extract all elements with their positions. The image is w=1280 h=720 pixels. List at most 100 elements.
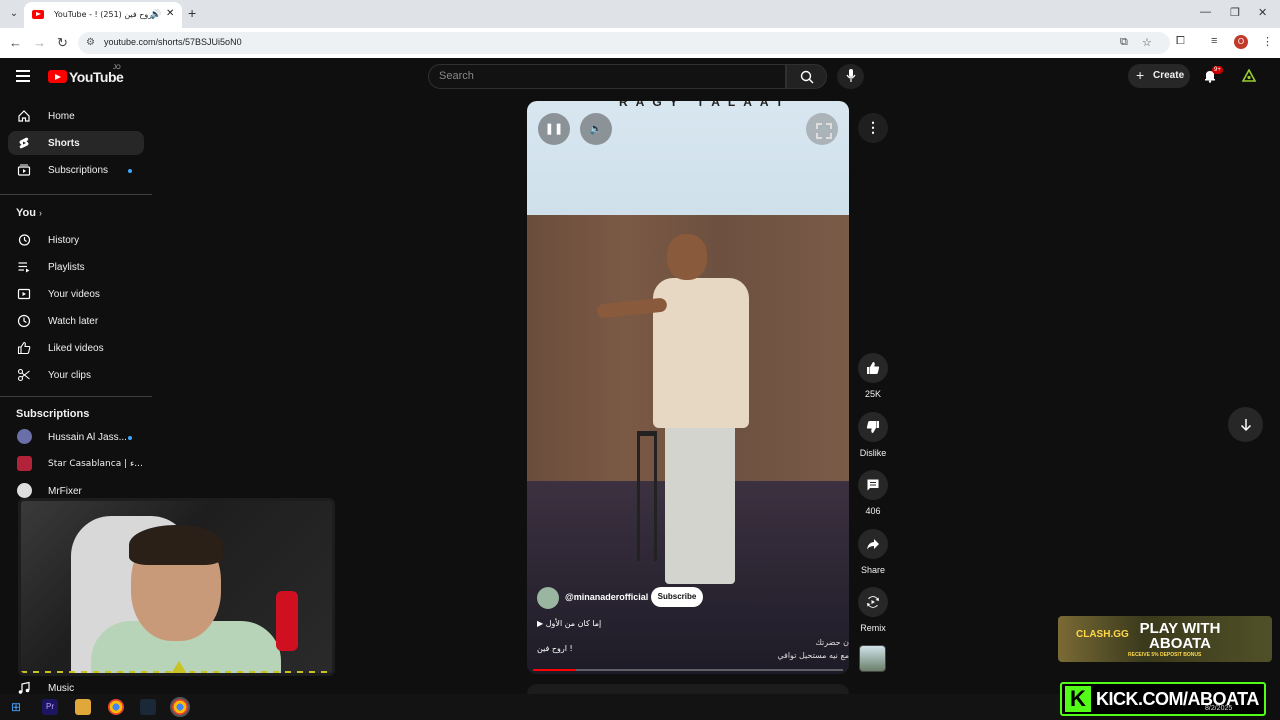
bookmark-star-icon[interactable]: ☆ [1142,36,1152,49]
back-icon[interactable]: ← [9,35,22,50]
subscription-channel[interactable]: Star Casablanca | ء... [8,452,144,476]
forward-icon[interactable]: → [33,35,46,50]
share-button[interactable]: Share [852,529,894,575]
sidebar-item-label: Home [48,111,75,122]
windows-start-icon[interactable]: ⊞ [8,699,24,715]
profile-avatar[interactable]: O [1234,35,1248,49]
next-short-button[interactable] [1228,407,1263,442]
sidebar-item-label: Liked videos [48,343,104,354]
sound-thumbnail[interactable] [859,645,886,672]
dislike-button[interactable]: Dislike [852,412,894,458]
streamer-microphone [276,591,298,651]
pause-icon: ❚❚ [544,123,564,135]
thumbs-down-icon [866,421,879,433]
clips-icon [17,368,30,382]
sidebar-item-your-clips[interactable]: Your clips [8,363,144,387]
sidebar-item-label: Shorts [48,138,80,149]
media-control-icon[interactable]: ≡ [1211,35,1217,47]
stage-banner-text: RAGY TALAAT [619,101,791,109]
chrome-active-icon[interactable] [170,697,190,717]
video-stage-backdrop [527,101,849,219]
performer-shirt [653,278,749,428]
logo-wordmark: YouTube [69,69,124,85]
minimize-icon[interactable]: — [1200,6,1211,18]
audio-playing-icon[interactable]: 🔊 [150,9,161,20]
sidebar-item-label: Subscriptions [48,165,109,176]
progress-fill [533,669,577,671]
volume-button[interactable]: 🔈 [580,113,612,145]
restore-icon[interactable]: ❐ [1230,6,1240,19]
file-explorer-icon[interactable] [75,699,91,715]
menu-icon[interactable] [16,70,30,82]
audio-track-link[interactable]: ▶ إما كان من الأول [537,619,601,628]
streamer-logo-icon [169,661,189,673]
site-info-icon[interactable]: ⚙ [86,37,95,48]
channel-avatar [17,429,32,444]
comment-count: 406 [865,506,881,516]
install-app-icon[interactable]: ⧉ [1120,36,1128,49]
video-caption: اروح فين ! [537,644,573,653]
subtitle-line: مع نيه مستحيل توافي [777,651,849,660]
youtube-favicon-icon [32,10,44,19]
sidebar-item-watch-later[interactable]: Watch later [8,309,144,333]
new-tab-button[interactable]: + [188,5,196,21]
chrome-icon[interactable] [108,699,124,715]
subscription-channel[interactable]: Hussain Al Jass... [8,425,144,449]
channel-avatar [17,456,32,471]
webcam-overlay [18,498,335,676]
channel-avatar[interactable] [537,587,559,609]
omnibox[interactable]: ⚙ youtube.com/shorts/57BSJUi5oN0 ⧉ ☆ [78,32,1170,54]
windows-taskbar: ⊞ Pr [0,694,1060,720]
search-button[interactable] [786,64,827,89]
search-input[interactable] [439,70,769,82]
sidebar-item-history[interactable]: History [8,228,144,252]
fullscreen-button[interactable] [806,113,838,145]
sidebar-item-your-videos[interactable]: Your videos [8,282,144,306]
sidebar-item-label: Your clips [48,370,91,381]
subscribe-button[interactable]: Subscribe [651,587,703,607]
sidebar-item-liked-videos[interactable]: Liked videos [8,336,144,360]
sidebar-item-shorts[interactable]: Shorts [8,131,144,155]
steam-icon[interactable] [140,699,156,715]
sidebar-item-label: History [48,235,80,246]
your-videos-icon [17,288,31,300]
clash-sponsor-banner: CLASH.GG PLAY WITH ABOATA RECEIVE 5% DEP… [1058,616,1272,662]
browser-tab[interactable]: YouTube - ! اروح فين (251) 🔊 ✕ [24,2,182,28]
reload-icon[interactable]: ↻ [57,35,68,51]
sidebar-item-home[interactable]: Home [8,104,144,128]
progress-bar[interactable] [533,669,843,671]
account-avatar-icon[interactable] [1242,69,1256,83]
close-tab-icon[interactable]: ✕ [166,8,174,19]
extensions-icon[interactable]: ⧠ [1176,35,1185,48]
channel-name: MrFixer [48,486,82,497]
sidebar-item-subscriptions[interactable]: Subscriptions [8,158,144,182]
browser-tab-strip: ⌄ YouTube - ! اروح فين (251) 🔊 ✕ + — ❐ ✕ [0,0,1280,28]
url-text[interactable]: youtube.com/shorts/57BSJUi5oN0 [104,37,242,47]
history-icon [18,234,31,246]
create-label: Create [1153,70,1185,81]
create-button[interactable]: + Create [1128,64,1190,88]
shorts-video-player[interactable]: RAGY TALAAT ❚❚ 🔈 @minanaderofficial Subs… [527,101,849,674]
channel-name: Star Casablanca | ء... [48,459,143,469]
voice-search-button[interactable] [837,64,864,89]
next-short-preview[interactable] [527,684,849,694]
close-window-icon[interactable]: ✕ [1258,6,1267,19]
channel-name[interactable]: @minanaderofficial [565,592,648,602]
chrome-menu-icon[interactable]: ⋮ [1262,35,1273,48]
premiere-icon[interactable]: Pr [42,699,58,715]
new-content-dot [128,436,132,440]
tab-search-icon[interactable]: ⌄ [6,6,22,22]
youtube-header: YouTube JO + Create 9+ [0,58,1280,98]
pause-button[interactable]: ❚❚ [538,113,570,145]
tab-title: YouTube - ! اروح فين (251) [54,10,155,19]
like-button[interactable]: 25K [852,353,894,399]
comments-button[interactable]: 406 [852,470,894,516]
remix-button[interactable]: Remix [852,587,894,633]
sidebar-item-label: Watch later [48,316,99,327]
liked-videos-icon [17,341,31,355]
sidebar-item-playlists[interactable]: Playlists [8,255,144,279]
more-options-button[interactable]: ⋮ [858,113,888,143]
play-icon: ▶ [537,619,544,628]
search-box[interactable] [428,64,786,89]
you-section-heading[interactable]: You › [16,207,42,219]
